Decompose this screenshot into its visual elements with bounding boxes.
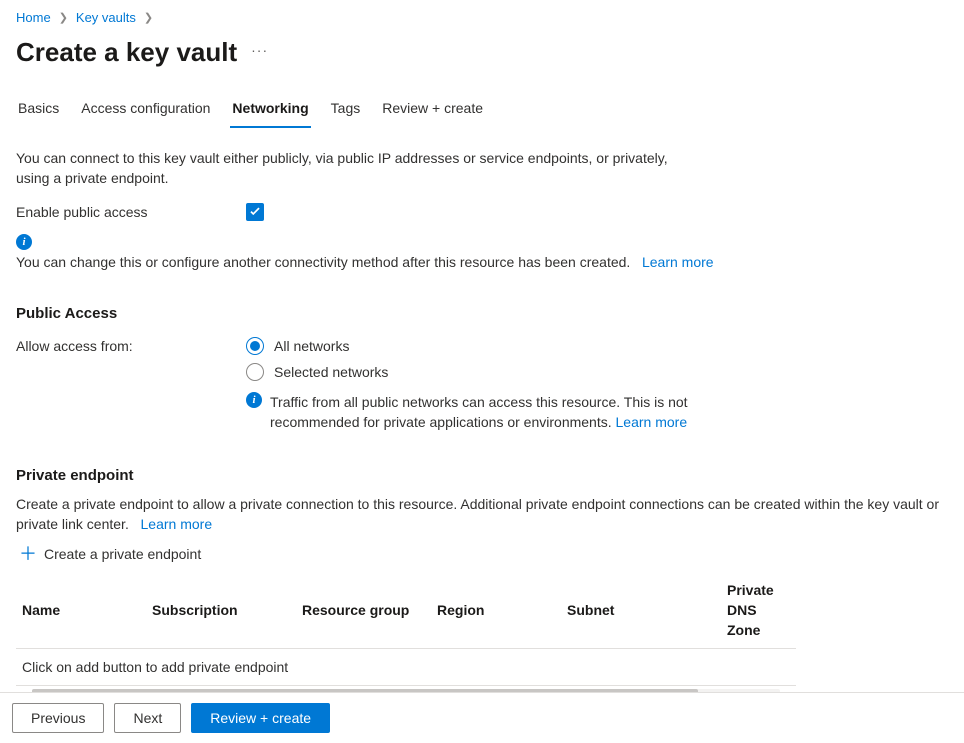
private-endpoint-heading: Private endpoint — [16, 466, 948, 486]
private-endpoint-learn-more-link[interactable]: Learn more — [141, 516, 213, 532]
col-region[interactable]: Region — [431, 574, 561, 649]
col-private-dns-zone[interactable]: Private DNS Zone — [721, 574, 796, 649]
col-subnet[interactable]: Subnet — [561, 574, 721, 649]
info-icon: i — [246, 392, 262, 408]
col-name[interactable]: Name — [16, 574, 146, 649]
previous-button[interactable]: Previous — [12, 703, 104, 733]
chevron-right-icon: ❯ — [59, 8, 68, 28]
radio-all-networks-label: All networks — [274, 336, 349, 356]
radio-all-networks[interactable] — [246, 337, 264, 355]
allow-access-from-label: Allow access from: — [16, 332, 246, 432]
tab-review-create[interactable]: Review + create — [380, 92, 485, 128]
private-endpoint-table: Name Subscription Resource group Region … — [16, 574, 796, 686]
public-access-heading: Public Access — [16, 304, 948, 324]
breadcrumb: Home ❯ Key vaults ❯ — [16, 4, 948, 28]
tab-networking[interactable]: Networking — [230, 92, 310, 128]
col-resource-group[interactable]: Resource group — [296, 574, 431, 649]
enable-public-access-label: Enable public access — [16, 202, 246, 222]
enable-public-access-checkbox[interactable] — [246, 203, 264, 221]
next-button[interactable]: Next — [114, 703, 181, 733]
networking-intro: You can connect to this key vault either… — [16, 148, 676, 188]
plus-icon: ＋ — [20, 546, 36, 562]
tab-access-configuration[interactable]: Access configuration — [79, 92, 212, 128]
breadcrumb-key-vaults[interactable]: Key vaults — [76, 8, 136, 28]
review-create-button[interactable]: Review + create — [191, 703, 330, 733]
tab-strip: Basics Access configuration Networking T… — [16, 92, 948, 128]
create-private-endpoint-button[interactable]: ＋ Create a private endpoint — [20, 544, 201, 564]
tab-tags[interactable]: Tags — [329, 92, 363, 128]
public-access-callout-learn-more-link[interactable]: Learn more — [616, 414, 688, 430]
tab-basics[interactable]: Basics — [16, 92, 61, 128]
create-private-endpoint-label: Create a private endpoint — [44, 544, 201, 564]
more-actions-button[interactable]: ··· — [247, 44, 272, 60]
private-endpoint-empty-row: Click on add button to add private endpo… — [16, 649, 796, 686]
chevron-right-icon: ❯ — [144, 8, 153, 28]
public-access-change-info: You can change this or configure another… — [16, 254, 630, 270]
radio-selected-networks[interactable] — [246, 363, 264, 381]
public-access-learn-more-link[interactable]: Learn more — [642, 254, 714, 270]
radio-selected-networks-label: Selected networks — [274, 362, 388, 382]
col-subscription[interactable]: Subscription — [146, 574, 296, 649]
checkmark-icon — [248, 205, 262, 219]
page-title: Create a key vault — [16, 36, 237, 68]
wizard-footer: Previous Next Review + create — [0, 692, 964, 743]
breadcrumb-home[interactable]: Home — [16, 8, 51, 28]
info-icon: i — [16, 234, 32, 250]
